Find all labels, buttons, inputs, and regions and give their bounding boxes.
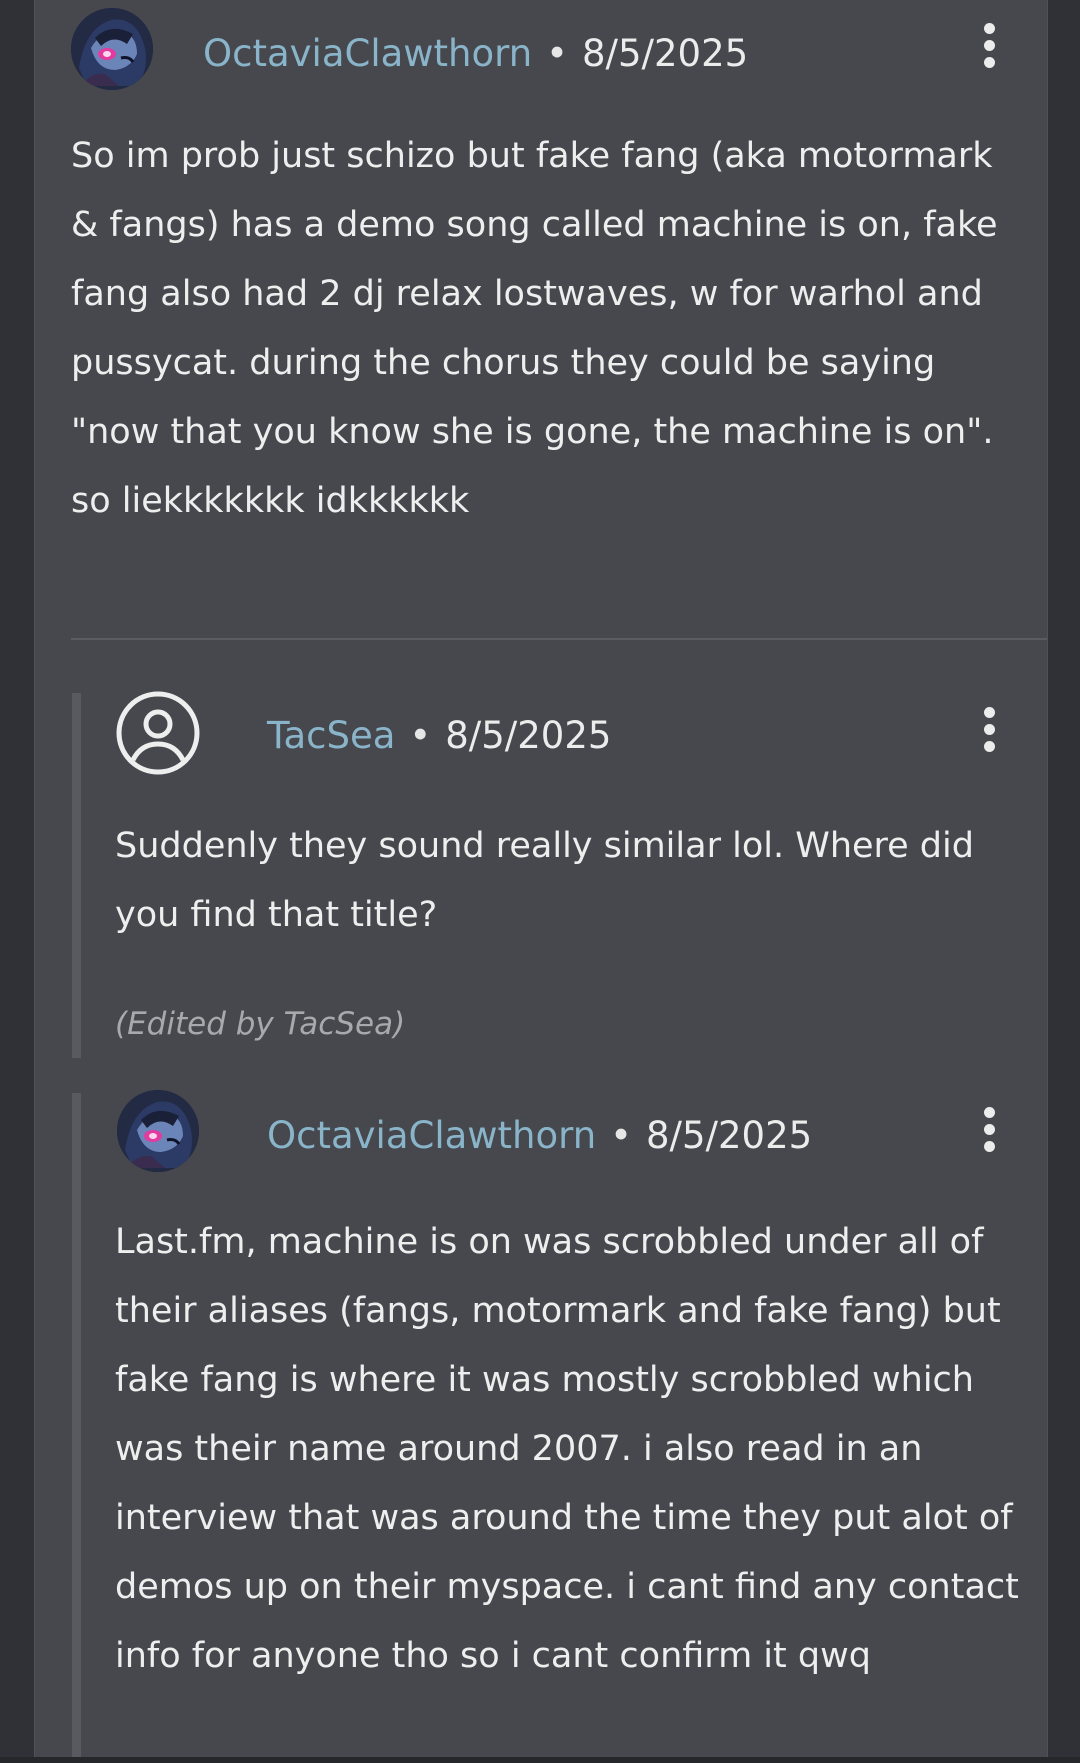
- comment-divider: [71, 638, 1047, 640]
- comment-date: 8/5/2025: [581, 31, 749, 75]
- anime-avatar-icon: [71, 8, 153, 90]
- default-user-icon: [116, 691, 200, 775]
- comment-meta: OctaviaClawthorn • 8/5/2025: [203, 8, 748, 98]
- bottom-edge: [0, 1757, 1080, 1763]
- meta-separator: •: [409, 713, 432, 757]
- comment-header: TacSea • 8/5/2025: [115, 690, 1019, 780]
- comment-body: Last.fm, machine is on was scrobbled und…: [115, 1222, 1019, 1676]
- meta-separator: •: [546, 31, 568, 75]
- reply-octaviaclawthorn: OctaviaClawthorn • 8/5/2025 Last.fm, mac…: [35, 1090, 1047, 1763]
- anime-avatar-icon: [117, 1090, 199, 1172]
- more-options-button[interactable]: [959, 1084, 1019, 1174]
- comment-date: 8/5/2025: [645, 1113, 813, 1157]
- more-vertical-icon: [983, 22, 995, 34]
- meta-separator: •: [610, 1113, 632, 1157]
- comment-meta: TacSea • 8/5/2025: [267, 690, 611, 780]
- comment-header: OctaviaClawthorn • 8/5/2025: [71, 8, 1019, 98]
- comment-meta: OctaviaClawthorn • 8/5/2025: [267, 1090, 812, 1180]
- comment-date: 8/5/2025: [445, 713, 612, 757]
- avatar[interactable]: [115, 690, 201, 776]
- reply-tacsea: TacSea • 8/5/2025 Suddenly they sound re…: [35, 690, 1047, 1060]
- comment-octaviaclawthorn: OctaviaClawthorn • 8/5/2025 So im prob j…: [35, 0, 1047, 640]
- comment-thread: OctaviaClawthorn • 8/5/2025 So im prob j…: [34, 0, 1048, 1763]
- avatar[interactable]: [117, 1090, 199, 1172]
- more-options-button[interactable]: [959, 684, 1019, 774]
- comment-body: Suddenly they sound really similar lol. …: [115, 826, 974, 935]
- edited-note: (Edited by TacSea): [115, 1006, 406, 1042]
- username-link[interactable]: OctaviaClawthorn: [203, 32, 532, 75]
- comment-header: OctaviaClawthorn • 8/5/2025: [117, 1090, 1019, 1180]
- avatar[interactable]: [71, 8, 153, 90]
- more-vertical-icon: [983, 1106, 995, 1118]
- more-options-button[interactable]: [959, 0, 1019, 90]
- more-vertical-icon: [983, 706, 995, 718]
- username-link[interactable]: TacSea: [267, 714, 395, 757]
- comment-body: So im prob just schizo but fake fang (ak…: [71, 136, 998, 521]
- username-link[interactable]: OctaviaClawthorn: [267, 1114, 596, 1157]
